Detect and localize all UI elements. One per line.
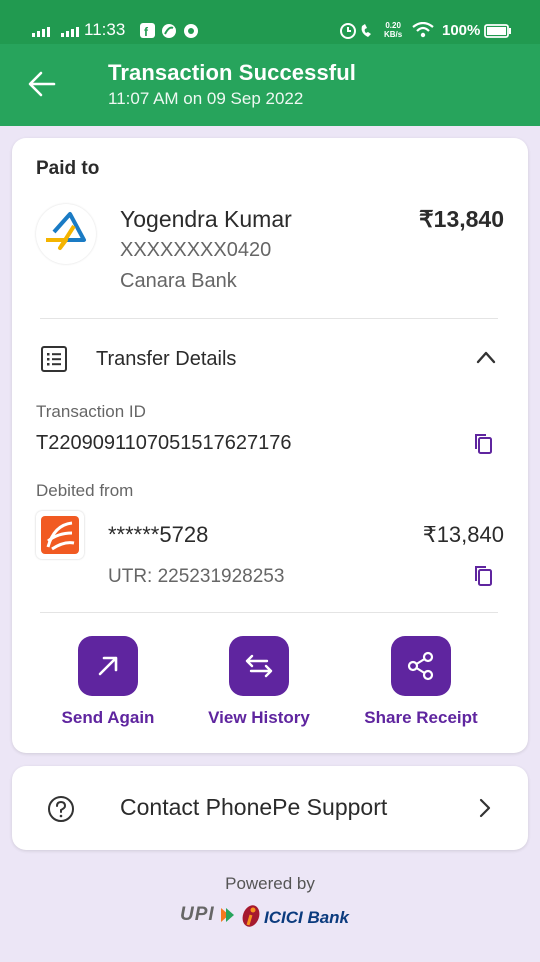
copy-icon[interactable]: [472, 432, 494, 456]
signal-icon: [32, 27, 79, 37]
network-speed: 0.20 KB/s: [384, 21, 403, 39]
page-title: Transaction Successful: [108, 60, 356, 85]
partner-logos: UPI ICICI Bank: [180, 900, 370, 934]
payee-bank: Canara Bank: [120, 270, 237, 292]
back-arrow-icon[interactable]: [28, 70, 56, 98]
notification-icons: f: [140, 23, 198, 39]
view-history-button[interactable]: View History: [179, 636, 339, 736]
share-icon: [407, 651, 434, 681]
canara-bank-logo: [36, 204, 96, 264]
chevron-right-icon: [479, 798, 491, 818]
contact-support-label: Contact PhonePe Support: [120, 794, 388, 820]
icici-logo-icon: [242, 905, 260, 927]
receipt-list-icon: [41, 346, 67, 372]
battery-icon: [484, 24, 511, 38]
paid-to-heading: Paid to: [36, 158, 100, 179]
divider: [40, 318, 498, 319]
battery-percent: 100%: [442, 22, 481, 39]
transaction-id-label: Transaction ID: [36, 402, 146, 421]
debited-from-label: Debited from: [36, 481, 134, 500]
upi-logo: UPI: [180, 904, 215, 925]
transaction-id: T2209091107051517627176: [36, 432, 292, 454]
help-icon: [48, 796, 74, 822]
header: Transaction Successful 11:07 AM on 09 Se…: [0, 44, 540, 126]
share-receipt-button[interactable]: Share Receipt: [341, 636, 501, 736]
upi-arrow-icon: [221, 908, 234, 922]
arrow-up-right-icon: [98, 656, 118, 676]
debit-amount: ₹13,840: [422, 522, 504, 547]
transaction-card: Paid to Yogendra Kumar XXXXXXXX0420 Cana…: [12, 138, 528, 753]
transaction-time: 11:07 AM on 09 Sep 2022: [108, 89, 304, 108]
bank-of-baroda-logo: [36, 511, 84, 559]
status-bar: 11:33 f 0.20 KB/s 100%: [0, 0, 540, 44]
swap-arrows-icon: [245, 654, 273, 678]
status-time: 11:33: [84, 20, 126, 39]
alarm-call-icons: [340, 23, 371, 39]
chevron-up-icon: [476, 351, 496, 364]
debit-account: ******5728: [108, 522, 209, 547]
send-again-label: Send Again: [61, 708, 155, 727]
share-receipt-label: Share Receipt: [364, 708, 478, 727]
view-history-label: View History: [208, 708, 310, 727]
utr-number: UTR: 225231928253: [108, 566, 285, 587]
send-again-button[interactable]: Send Again: [28, 636, 188, 736]
wifi-icon: [412, 22, 434, 38]
transfer-details-heading: Transfer Details: [96, 348, 237, 370]
copy-icon[interactable]: [472, 564, 494, 588]
transfer-details-toggle[interactable]: Transfer Details: [12, 328, 528, 394]
powered-by-text: Powered by: [225, 874, 315, 893]
contact-support-button[interactable]: Contact PhonePe Support: [12, 766, 528, 850]
icici-bank-logo: ICICI Bank: [264, 908, 350, 927]
paid-amount: ₹13,840: [419, 206, 504, 232]
divider: [40, 612, 498, 613]
payee-account: XXXXXXXX0420: [120, 239, 272, 261]
payee-name: Yogendra Kumar: [120, 206, 292, 232]
